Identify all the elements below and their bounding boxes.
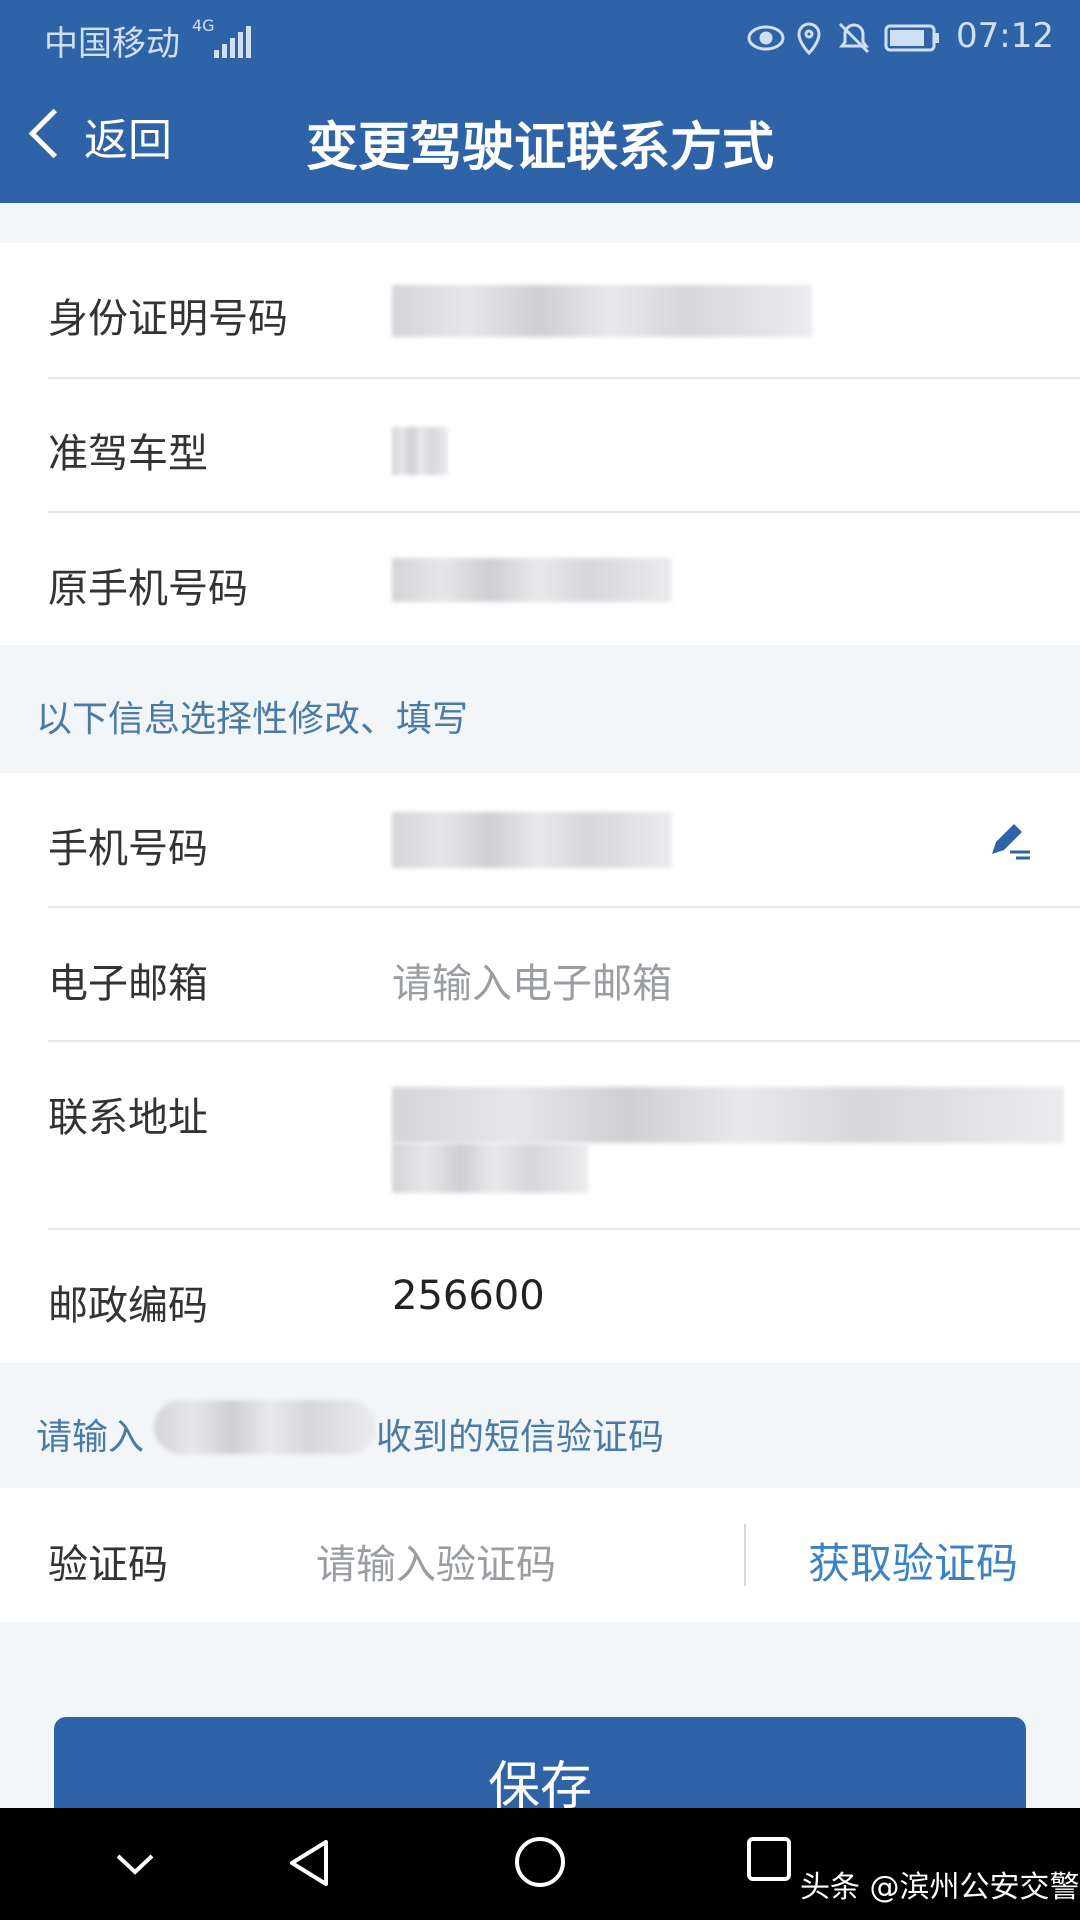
location-icon	[797, 22, 821, 56]
carrier-name: 中国移动	[44, 24, 180, 64]
network-type: 4G	[192, 16, 215, 35]
bell-off-icon	[838, 22, 870, 54]
recents-square-icon[interactable]	[744, 1834, 794, 1884]
divider	[48, 906, 1080, 908]
email-label: 电子邮箱	[48, 961, 208, 1007]
id-number-label: 身份证明号码	[48, 296, 288, 342]
verification-label: 验证码	[48, 1542, 168, 1588]
old-phone-value	[392, 558, 672, 602]
signal-icon	[214, 18, 254, 58]
divider	[48, 511, 1080, 513]
address-label: 联系地址	[48, 1095, 208, 1141]
address-input-line1[interactable]	[392, 1087, 1064, 1143]
sms-hint-suffix: 收到的短信验证码	[376, 1417, 665, 1458]
sms-hint-prefix: 请输入	[36, 1417, 145, 1458]
vehicle-class-value	[392, 427, 448, 475]
phone-input[interactable]	[392, 812, 672, 868]
id-number-value	[392, 285, 812, 337]
email-input[interactable]: 请输入电子邮箱	[392, 951, 672, 1009]
masked-phone	[154, 1400, 376, 1454]
divider	[48, 1040, 1080, 1042]
back-triangle-icon[interactable]	[284, 1836, 338, 1890]
postcode-label: 邮政编码	[48, 1283, 208, 1329]
get-code-button[interactable]: 获取验证码	[808, 1530, 1018, 1591]
status-bar: 中国移动 4G 07:12	[0, 0, 1080, 75]
phone-label: 手机号码	[48, 826, 208, 872]
status-icons	[746, 18, 946, 67]
eye-icon	[747, 25, 785, 51]
divider	[744, 1524, 746, 1586]
edit-pen-icon[interactable]	[986, 818, 1034, 870]
verification-input[interactable]: 请输入验证码	[316, 1532, 556, 1590]
clock: 07:12	[956, 16, 1054, 56]
postcode-input[interactable]: 256600	[392, 1273, 545, 1319]
page-title: 变更驾驶证联系方式	[305, 118, 774, 178]
battery-icon	[884, 24, 939, 52]
old-phone-label: 原手机号码	[48, 566, 248, 612]
vehicle-class-label: 准驾车型	[48, 431, 208, 477]
divider	[48, 377, 1080, 379]
address-input-line2[interactable]	[392, 1143, 588, 1193]
optional-section-hint: 以下信息选择性修改、填写	[36, 699, 469, 740]
chevron-down-icon[interactable]	[110, 1838, 160, 1888]
watermark: 头条 @滨州公安交警	[800, 1870, 1080, 1905]
divider	[48, 1228, 1080, 1230]
home-circle-icon[interactable]	[512, 1834, 568, 1890]
